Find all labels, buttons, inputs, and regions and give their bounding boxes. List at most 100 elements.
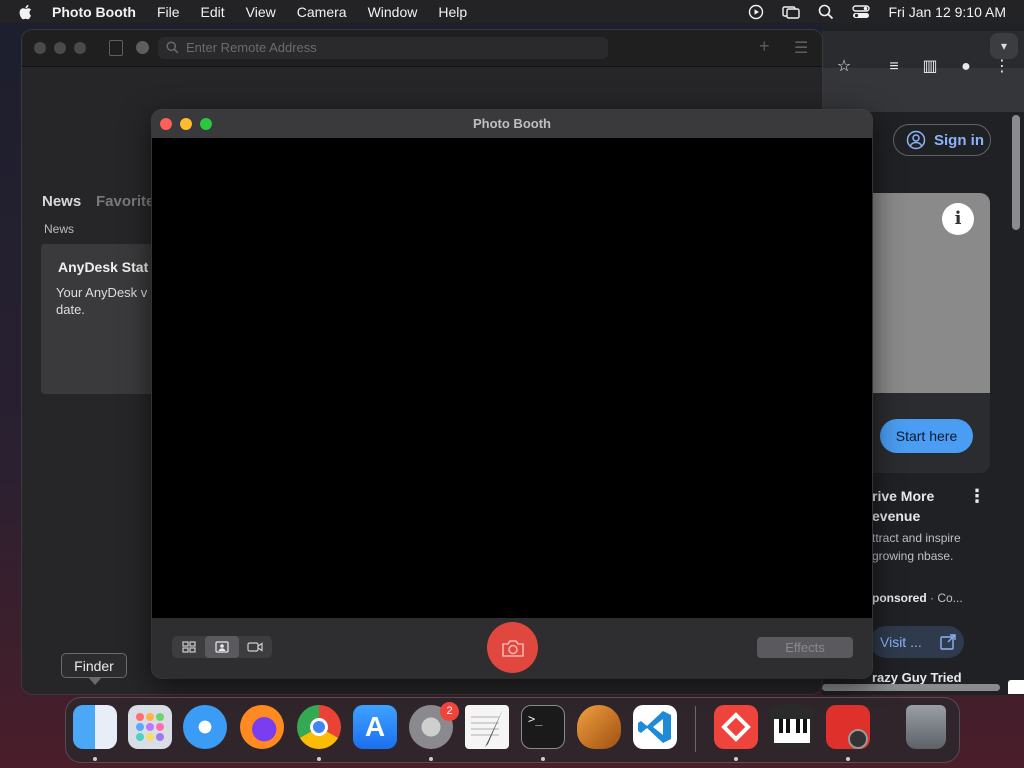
chrome-center-icon — [310, 718, 328, 736]
dock-separator — [695, 706, 696, 752]
menu-window[interactable]: Window — [368, 4, 418, 20]
menu-bar: Photo Booth File Edit View Camera Window… — [0, 0, 1024, 23]
anydesk-running-indicator — [734, 757, 738, 761]
chrome-running-indicator — [317, 757, 321, 761]
sign-in-button[interactable]: Sign in — [893, 124, 991, 156]
firefox-icon[interactable] — [240, 705, 284, 749]
tooltip-pointer — [88, 677, 102, 685]
spotlight-search-icon[interactable] — [818, 4, 834, 20]
anydesk-zoom-button[interactable] — [74, 42, 86, 54]
textedit-icon[interactable] — [465, 705, 509, 749]
ad-sponsored: ponsored · Co... — [872, 591, 963, 605]
anydesk-close-button[interactable] — [34, 42, 46, 54]
vscode-icon[interactable] — [633, 705, 677, 749]
anydesk-icon[interactable] — [714, 705, 758, 749]
screen-recording-icon[interactable] — [748, 4, 764, 20]
finder-icon[interactable] — [73, 705, 117, 749]
news-card-body: Your AnyDesk v to date. — [56, 285, 162, 317]
garageband-icon[interactable] — [577, 705, 621, 749]
start-here-button[interactable]: Start here — [880, 419, 973, 453]
visit-label: Visit ... — [880, 634, 922, 650]
anydesk-download-icon[interactable] — [109, 40, 123, 56]
zoom-button[interactable] — [200, 118, 212, 130]
finder-running-indicator — [93, 757, 97, 761]
pen-icon — [471, 709, 503, 747]
dock-tooltip: Finder — [61, 653, 127, 678]
portrait-icon — [215, 641, 229, 653]
remote-address-placeholder: Enter Remote Address — [186, 40, 317, 55]
window-title: Photo Booth — [473, 116, 551, 131]
app-store-icon[interactable]: A — [353, 705, 397, 749]
close-button[interactable] — [160, 118, 172, 130]
tab-search-chevron-icon[interactable]: ▾ — [990, 33, 1018, 59]
menu-file[interactable]: File — [157, 4, 180, 20]
menu-help[interactable]: Help — [438, 4, 467, 20]
mode-single-photo[interactable] — [205, 636, 239, 658]
window-corner — [1008, 680, 1024, 694]
anydesk-minimize-button[interactable] — [54, 42, 66, 54]
external-link-icon — [940, 634, 956, 650]
camera-preview — [152, 138, 872, 618]
mode-four-up[interactable] — [172, 636, 205, 658]
trash-icon[interactable] — [906, 705, 946, 749]
photo-booth-window: Photo Booth Effects — [152, 110, 872, 678]
effects-button[interactable]: Effects — [757, 637, 853, 658]
bookmark-star-icon[interactable]: ☆ — [834, 57, 854, 77]
video-camera-icon — [247, 642, 263, 652]
info-icon[interactable]: i — [942, 203, 974, 235]
apple-icon[interactable] — [18, 4, 32, 20]
search-icon — [166, 41, 179, 54]
launchpad-icon[interactable] — [128, 705, 172, 749]
minimize-button[interactable] — [180, 118, 192, 130]
sign-in-label: Sign in — [934, 131, 984, 149]
news-section-label: News — [44, 222, 75, 236]
menu-view[interactable]: View — [246, 4, 276, 20]
ad-sponsored-label: ponsored — [872, 591, 927, 605]
control-center-icon[interactable] — [852, 4, 871, 20]
tab-favorites[interactable]: Favorite — [96, 193, 154, 210]
vscode-logo-icon — [638, 711, 671, 743]
menu-edit[interactable]: Edit — [201, 4, 225, 20]
screen-mirroring-icon[interactable] — [782, 4, 801, 20]
chrome-menu-icon[interactable]: ⋮ — [992, 57, 1012, 77]
photo-booth-icon[interactable] — [826, 705, 870, 749]
settings-running-indicator — [429, 757, 433, 761]
grid-icon — [182, 641, 196, 653]
shutter-button[interactable] — [487, 622, 538, 673]
ad-description: ttract and inspire growing nbase. — [872, 531, 961, 563]
account-icon — [906, 130, 926, 150]
side-panel-icon[interactable]: ▥ — [920, 57, 940, 77]
piano-keys-icon — [774, 719, 810, 743]
remote-address-input[interactable]: Enter Remote Address — [158, 37, 608, 59]
ad-sponsored-source: · Co... — [930, 591, 963, 605]
next-ad-title[interactable]: razy Guy Tried — [872, 670, 962, 685]
menu-clock[interactable]: Fri Jan 12 9:10 AM — [888, 4, 1006, 20]
ad-title[interactable]: rive More evenue — [872, 486, 962, 526]
mode-video[interactable] — [239, 636, 272, 658]
visit-button[interactable]: Visit ... — [870, 626, 964, 658]
anydesk-status-icon — [136, 41, 149, 54]
chrome-icon[interactable] — [297, 705, 341, 749]
notification-badge: 2 — [440, 702, 459, 721]
menu-app-name[interactable]: Photo Booth — [52, 4, 136, 20]
terminal-running-indicator — [541, 757, 545, 761]
profile-icon[interactable]: ● — [956, 57, 976, 77]
piano-icon[interactable] — [770, 705, 814, 749]
anydesk-menu-icon[interactable]: ☰ — [794, 38, 808, 58]
photo-booth-lens-icon — [848, 729, 868, 749]
reading-list-icon[interactable]: ≡ — [884, 57, 904, 77]
capture-mode-selector — [172, 636, 272, 658]
vertical-scrollbar[interactable] — [1012, 115, 1020, 230]
terminal-icon[interactable]: >_ — [521, 705, 565, 749]
tab-news[interactable]: News — [42, 193, 81, 210]
ad-more-icon[interactable]: ⋮ — [968, 486, 986, 507]
menu-camera[interactable]: Camera — [297, 4, 347, 20]
launchpad-grid-icon — [136, 713, 164, 741]
news-card-title: AnyDesk Stat — [58, 259, 149, 275]
horizontal-scrollbar[interactable] — [822, 684, 1000, 691]
anydesk-logo-icon — [721, 712, 751, 742]
new-tab-plus-icon[interactable]: + — [759, 36, 770, 57]
photo-booth-titlebar[interactable]: Photo Booth — [152, 110, 872, 138]
photo-booth-running-indicator — [846, 757, 850, 761]
safari-icon[interactable] — [183, 705, 227, 749]
